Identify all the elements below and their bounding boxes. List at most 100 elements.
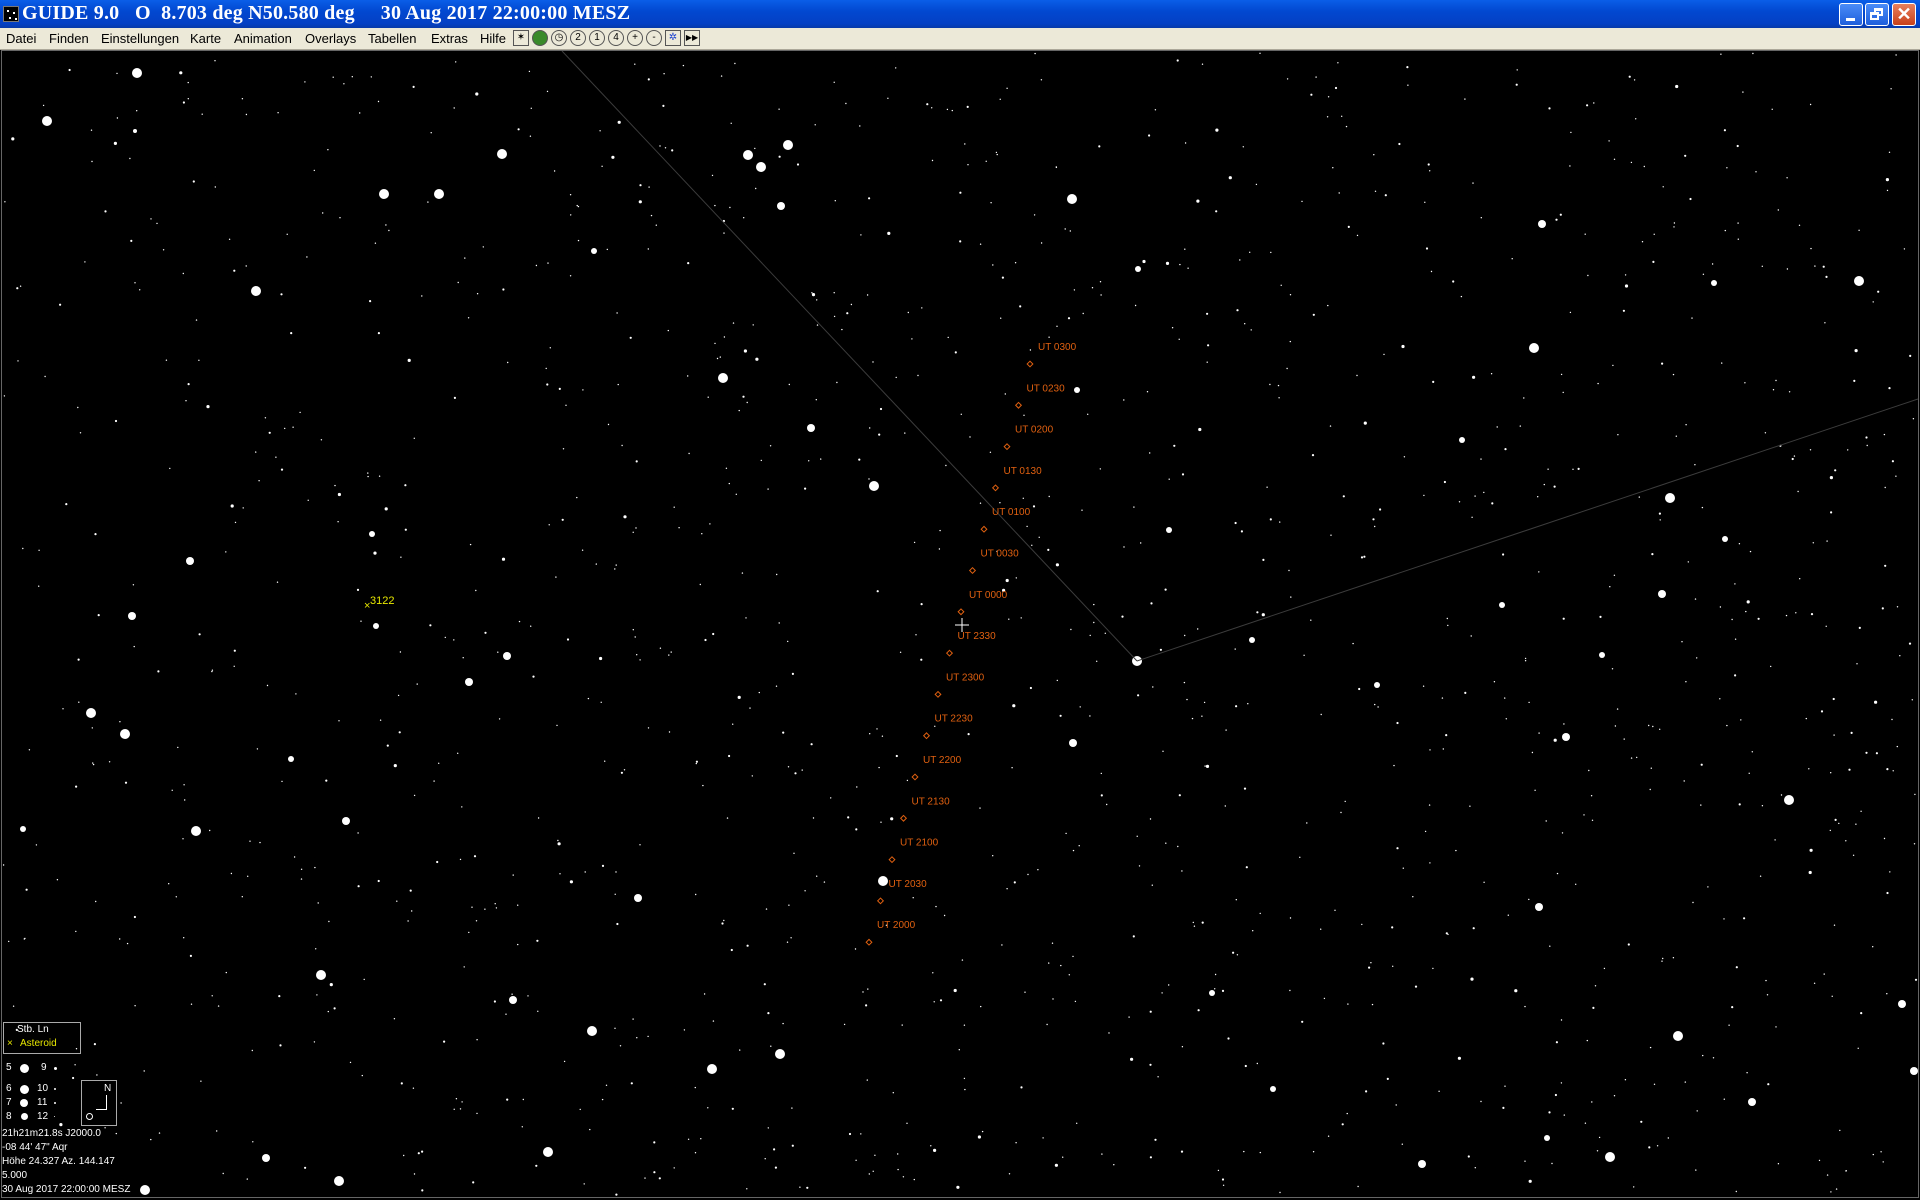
minimize-button[interactable] [1839, 3, 1863, 26]
faint-star [709, 523, 711, 525]
faint-star [1834, 818, 1837, 822]
faint-star [1345, 125, 1348, 128]
faint-star [867, 988, 869, 990]
menu-overlays[interactable]: Overlays [305, 31, 356, 46]
faint-star [1611, 668, 1614, 670]
faint-star [977, 1135, 982, 1139]
faint-star [985, 160, 987, 162]
faint-star [913, 1178, 915, 1181]
faint-star [461, 1101, 463, 1103]
faint-star [960, 413, 962, 415]
faint-star [799, 1186, 801, 1188]
faint-star [577, 239, 580, 242]
close-button[interactable]: ✕ [1892, 3, 1916, 26]
faint-star [1347, 225, 1350, 228]
faint-star [1586, 1039, 1589, 1042]
zoom-1-icon[interactable]: 1 [589, 30, 605, 46]
faint-star [96, 1074, 98, 1076]
faint-star [413, 1173, 416, 1175]
faint-star [1636, 756, 1638, 759]
zoom-2-icon[interactable]: 2 [570, 30, 586, 46]
faint-star [1100, 294, 1102, 296]
zoom-4-icon[interactable]: 4 [608, 30, 624, 46]
faint-star [1543, 483, 1546, 486]
faint-star [1424, 830, 1427, 833]
faint-star [536, 939, 539, 942]
faint-star [1232, 951, 1235, 954]
faint-star [619, 1045, 622, 1047]
faint-star [770, 1045, 772, 1047]
faint-star [1244, 1064, 1247, 1068]
star-chart[interactable]: UT 0300 UT 0230 UT 0200 UT 0130 UT 0100 UT 00… [1, 50, 1919, 1198]
menu-hilfe[interactable]: Hilfe [480, 31, 506, 46]
sky-canvas[interactable]: UT 0300 UT 0230 UT 0200 UT 0130 UT 0100 UT 00… [2, 51, 1918, 1197]
faint-star [547, 262, 549, 264]
faint-star [393, 764, 397, 768]
fast-forward-icon[interactable]: ▶▶ [684, 30, 700, 46]
faint-star [953, 988, 957, 993]
faint-star [1242, 146, 1245, 148]
bright-star [1074, 387, 1080, 393]
faint-star [1266, 486, 1268, 488]
faint-star [91, 727, 94, 729]
menu-datei[interactable]: Datei [6, 31, 36, 46]
faint-star [1201, 715, 1203, 717]
menu-einstellungen[interactable]: Einstellungen [101, 31, 179, 46]
faint-star [1425, 247, 1429, 250]
faint-star [1138, 865, 1141, 867]
faint-star [1593, 102, 1595, 104]
faint-star [1748, 772, 1750, 774]
asteroid-3122[interactable]: × 3122 [364, 595, 394, 612]
faint-star [407, 920, 409, 922]
faint-star [1386, 1077, 1389, 1080]
faint-star [407, 358, 411, 362]
faint-star [459, 858, 462, 861]
faint-star [562, 448, 565, 450]
track-marker [1014, 401, 1023, 409]
menu-animation[interactable]: Animation [234, 31, 292, 46]
faint-star [1093, 603, 1095, 606]
faint-star [980, 1005, 982, 1008]
faint-star [25, 888, 28, 891]
faint-star [1087, 413, 1089, 415]
menu-karte[interactable]: Karte [190, 31, 221, 46]
faint-star [1312, 313, 1315, 316]
faint-star [1424, 201, 1426, 203]
faint-star [328, 920, 330, 923]
faint-star [1515, 83, 1518, 86]
menu-extras[interactable]: Extras [431, 31, 468, 46]
faint-star [1808, 768, 1810, 770]
faint-star [1236, 309, 1239, 312]
faint-star [565, 404, 567, 406]
zoom-out-icon[interactable]: - [646, 30, 662, 46]
menu-finden[interactable]: Finden [49, 31, 89, 46]
app-icon[interactable] [3, 6, 19, 22]
planet-icon[interactable] [532, 30, 548, 46]
faint-star [979, 502, 982, 504]
faint-star [746, 1188, 748, 1190]
clock-icon[interactable]: ◷ [551, 30, 567, 46]
menu-tabellen[interactable]: Tabellen [368, 31, 416, 46]
faint-star [1886, 768, 1889, 771]
bright-star [342, 817, 350, 825]
faint-star [720, 75, 723, 77]
find-star-icon[interactable]: ✲ [665, 30, 681, 46]
faint-star [1239, 259, 1241, 261]
faint-star [1609, 586, 1611, 588]
faint-star [1848, 768, 1851, 771]
faint-star [1805, 717, 1808, 720]
faint-star [906, 1122, 908, 1125]
faint-star [599, 656, 603, 661]
faint-star [1184, 248, 1186, 250]
faint-star [1262, 558, 1265, 561]
faint-star [1458, 501, 1461, 503]
faint-star [1310, 93, 1313, 96]
faint-star [1884, 486, 1886, 489]
bright-star [1069, 739, 1077, 747]
restore-button[interactable] [1865, 3, 1889, 26]
faint-star [327, 1010, 329, 1013]
bright-star [120, 729, 130, 739]
zoom-in-icon[interactable]: + [627, 30, 643, 46]
star-chart-icon[interactable]: ✶ [513, 30, 529, 46]
faint-star [157, 670, 160, 673]
